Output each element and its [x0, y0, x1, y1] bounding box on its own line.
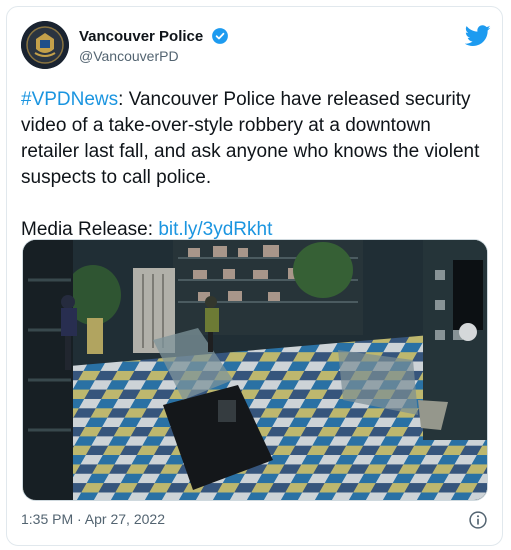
media-release-link[interactable]: bit.ly/3ydRkht — [158, 219, 272, 240]
display-name[interactable]: Vancouver Police — [79, 28, 203, 45]
author-info: Vancouver Police @VancouverPD — [79, 27, 229, 64]
tweet-text: #VPDNews: Vancouver Police have released… — [21, 87, 491, 243]
avatar[interactable] — [21, 21, 69, 69]
hashtag-link[interactable]: #VPDNews — [21, 89, 118, 110]
media-release-label: Media Release: — [21, 219, 154, 240]
tweet-card[interactable]: Vancouver Police @VancouverPD #VPDNews: … — [6, 6, 503, 546]
security-footage-image — [23, 240, 487, 500]
tweet-media-image[interactable] — [22, 239, 488, 501]
tweet-timestamp[interactable]: 1:35 PM · Apr 27, 2022 — [21, 511, 165, 527]
tweet-header: Vancouver Police @VancouverPD — [21, 21, 491, 73]
twitter-bird-icon[interactable] — [465, 25, 491, 47]
info-icon[interactable] — [468, 510, 488, 530]
verified-badge-icon — [211, 28, 228, 44]
handle[interactable]: @VancouverPD — [79, 48, 229, 64]
